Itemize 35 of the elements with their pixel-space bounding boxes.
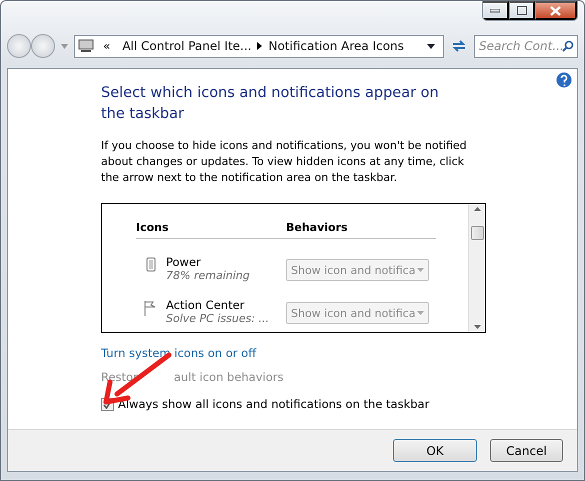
- page-heading: Select which icons and notifications appear on the taskbar: [101, 84, 440, 124]
- icon-name: Action Center: [166, 298, 246, 312]
- minimize-icon: [490, 8, 500, 12]
- icon-name: Power: [166, 255, 202, 269]
- address-bar[interactable]: « All Control Panel Ite... Notification Area Icons: [74, 34, 444, 58]
- maximize-button[interactable]: [509, 1, 535, 20]
- dialog-button[interactable]: OK: [393, 439, 477, 462]
- checkbox-label: Always show all icons and notifications on the taskbar: [118, 397, 430, 411]
- column-header: Behaviors: [286, 221, 349, 234]
- dialog-button[interactable]: Cancel: [490, 439, 563, 462]
- caret-icon: [417, 268, 424, 272]
- caret-icon: [417, 311, 424, 315]
- scroll-thumb[interactable]: [470, 226, 484, 240]
- battery-icon: [146, 257, 156, 272]
- column-header: Icons: [136, 221, 170, 234]
- minimize-button[interactable]: [483, 1, 509, 20]
- scroll-up-icon[interactable]: [474, 207, 480, 211]
- search-field[interactable]: Search Cont...: [474, 34, 578, 58]
- refresh-icon[interactable]: [450, 38, 468, 54]
- close-button[interactable]: [535, 1, 577, 20]
- scroll-down-icon[interactable]: [474, 325, 480, 329]
- chevron-icon: [257, 42, 262, 50]
- breadcrumb[interactable]: All Control Panel Ite...: [116, 39, 258, 53]
- computer-icon: [78, 39, 94, 53]
- search-icon: [562, 40, 574, 52]
- icon-status: Solve PC issues: ...: [166, 312, 270, 325]
- description-text: If you choose to hide icons and notifications, you won't be notified about changes or updates. To view hidden icons at any time, click the arrow next to the notification area on the taskbar.: [101, 138, 468, 186]
- help-icon[interactable]: [556, 72, 572, 88]
- scrollbar[interactable]: [468, 204, 485, 332]
- maximize-icon: [516, 6, 526, 15]
- close-icon: [550, 6, 561, 16]
- dropdown-icon[interactable]: [427, 44, 435, 48]
- breadcrumb[interactable]: Notification Area Icons: [262, 39, 410, 53]
- icon-status: 78% remaining: [166, 269, 251, 282]
- breadcrumb-overflow[interactable]: «: [97, 39, 116, 53]
